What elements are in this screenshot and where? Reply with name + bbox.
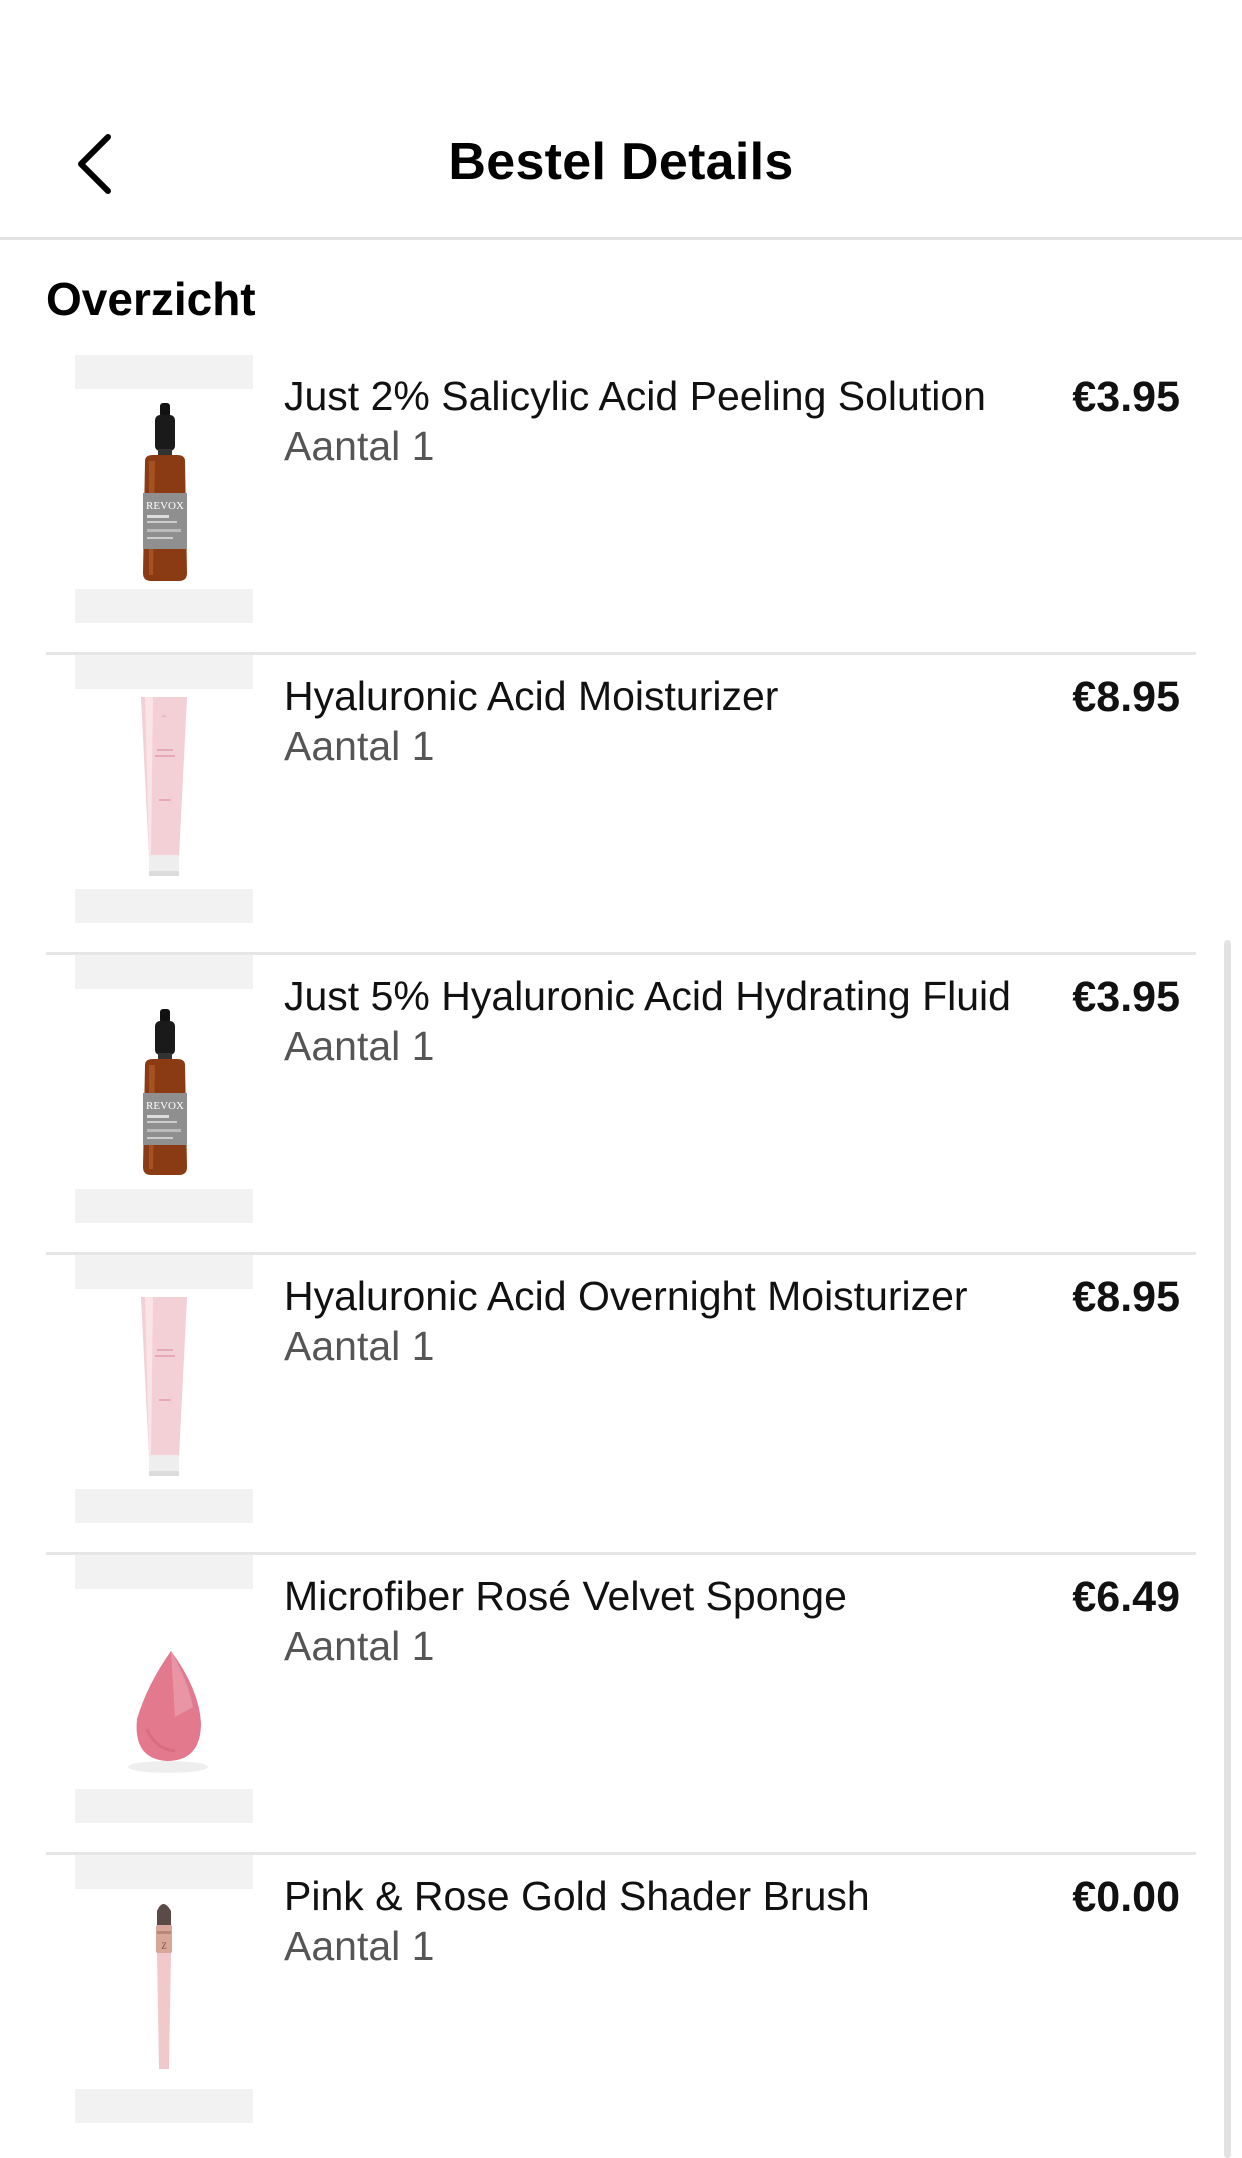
product-name: Pink & Rose Gold Shader Brush bbox=[284, 1873, 870, 1919]
pink-tube-icon bbox=[141, 1297, 187, 1476]
section-title: Overzicht bbox=[46, 273, 256, 325]
list-item[interactable]: Hyaluronic Acid Overnight Moisturizer Aa… bbox=[0, 1255, 1242, 1555]
makeup-brush-icon: Z bbox=[156, 1904, 172, 2069]
product-price: €3.95 bbox=[1072, 973, 1180, 1021]
svg-text:Z: Z bbox=[161, 1941, 167, 1951]
product-name: Just 5% Hyaluronic Acid Hydrating Fluid bbox=[284, 973, 1011, 1019]
product-quantity: Aantal 1 bbox=[284, 423, 435, 469]
product-name: Hyaluronic Acid Moisturizer bbox=[284, 673, 779, 719]
product-price: €8.95 bbox=[1072, 673, 1180, 721]
product-quantity: Aantal 1 bbox=[284, 1623, 435, 1669]
svg-text:REVOX: REVOX bbox=[146, 1100, 184, 1112]
product-quantity: Aantal 1 bbox=[284, 1323, 435, 1369]
product-price: €8.95 bbox=[1072, 1273, 1180, 1321]
product-image bbox=[75, 1555, 253, 1823]
product-image: REVOX bbox=[75, 355, 253, 623]
product-price: €3.95 bbox=[1072, 373, 1180, 421]
order-items-list: REVOX Just 2% Salicylic Acid Peeling Sol… bbox=[0, 355, 1242, 2155]
product-name: Just 2% Salicylic Acid Peeling Solution bbox=[284, 373, 986, 419]
product-quantity: Aantal 1 bbox=[284, 1023, 435, 1069]
product-price: €0.00 bbox=[1072, 1873, 1180, 1921]
pink-tube-icon: ~ bbox=[141, 697, 187, 876]
svg-text:~: ~ bbox=[162, 712, 167, 721]
list-item[interactable]: Z Pink & Rose Gold Shader Brush Aantal 1… bbox=[0, 1855, 1242, 2155]
list-item[interactable]: Microfiber Rosé Velvet Sponge Aantal 1 €… bbox=[0, 1555, 1242, 1855]
product-price: €6.49 bbox=[1072, 1573, 1180, 1621]
product-name: Hyaluronic Acid Overnight Moisturizer bbox=[284, 1273, 968, 1319]
product-name: Microfiber Rosé Velvet Sponge bbox=[284, 1573, 847, 1619]
serum-bottle-icon: REVOX bbox=[143, 403, 187, 581]
serum-bottle-icon: REVOX bbox=[143, 1009, 187, 1175]
svg-text:REVOX: REVOX bbox=[146, 500, 184, 512]
product-image bbox=[75, 1255, 253, 1523]
product-image: ~ bbox=[75, 655, 253, 923]
product-quantity: Aantal 1 bbox=[284, 1923, 435, 1969]
app-header: Bestel Details bbox=[0, 0, 1242, 240]
list-item[interactable]: REVOX Just 5% Hyaluronic Acid Hydrating … bbox=[0, 955, 1242, 1255]
product-image: REVOX bbox=[75, 955, 253, 1223]
list-item[interactable]: REVOX Just 2% Salicylic Acid Peeling Sol… bbox=[0, 355, 1242, 655]
list-item[interactable]: ~ Hyaluronic Acid Moisturizer Aantal 1 €… bbox=[0, 655, 1242, 955]
product-image: Z bbox=[75, 1855, 253, 2123]
makeup-sponge-icon bbox=[128, 1651, 208, 1773]
product-quantity: Aantal 1 bbox=[284, 723, 435, 769]
scrollbar[interactable] bbox=[1224, 940, 1231, 2158]
page-title: Bestel Details bbox=[448, 133, 794, 191]
